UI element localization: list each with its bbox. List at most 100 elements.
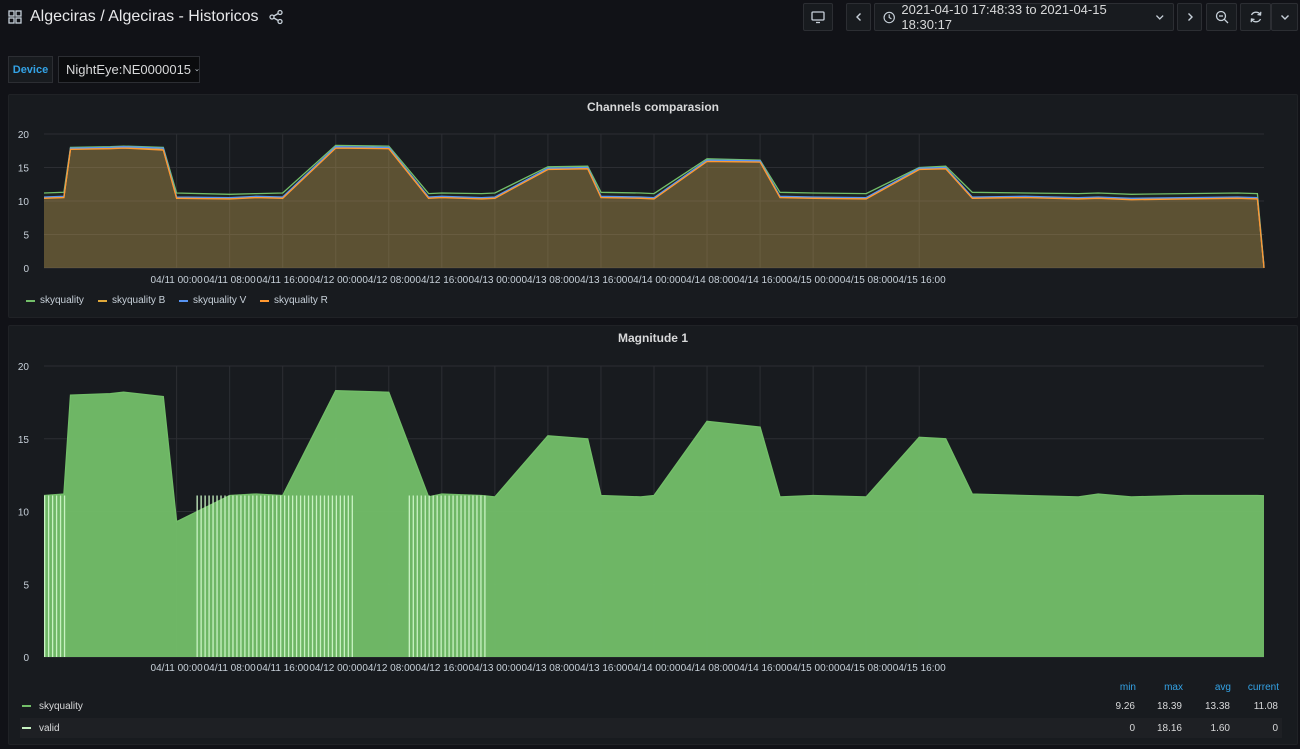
legend-header-avg[interactable]: avg <box>1181 682 1231 693</box>
valid-bar <box>295 495 298 657</box>
valid-bar <box>476 495 478 657</box>
legend-label: skyquality R <box>274 295 328 306</box>
legend-row-valid[interactable]: valid <box>22 718 60 738</box>
y-tick-label: 5 <box>23 580 29 591</box>
x-tick-label: 04/11 08:00 <box>204 663 257 674</box>
valid-bar <box>240 495 242 657</box>
tv-mode-button[interactable] <box>803 3 833 31</box>
y-tick-label: 5 <box>23 231 29 242</box>
valid-bar <box>288 495 290 657</box>
grid-icon[interactable] <box>8 10 22 24</box>
x-tick-label: 04/14 00:00 <box>628 663 681 674</box>
legend-item-skyquality-b[interactable]: skyquality B <box>98 295 165 306</box>
zoom-out-button[interactable] <box>1206 3 1237 31</box>
legend-swatch <box>26 299 35 302</box>
stat-current: 11.08 <box>1253 701 1278 712</box>
valid-bar <box>468 495 470 657</box>
stat-avg: 13.38 <box>1204 701 1230 712</box>
dashboard-title[interactable]: Algeciras / Algeciras - Historicos <box>30 8 259 26</box>
valid-bar <box>420 495 422 657</box>
x-tick-label: 04/12 00:00 <box>309 663 362 674</box>
valid-bar <box>256 495 258 657</box>
legend-item-skyquality-v[interactable]: skyquality V <box>179 295 246 306</box>
x-tick-label: 04/11 16:00 <box>257 663 310 674</box>
legend-header-current[interactable]: current <box>1229 682 1279 693</box>
valid-bar <box>204 495 206 657</box>
y-tick-label: 10 <box>18 508 30 519</box>
valid-bar <box>347 495 349 657</box>
x-tick-label: 04/12 08:00 <box>362 275 415 286</box>
x-tick-label: 04/13 00:00 <box>468 663 521 674</box>
legend-label: skyquality <box>39 700 83 712</box>
tv-icon <box>811 11 825 24</box>
chevron-left-icon <box>855 13 861 21</box>
legend-swatch <box>22 727 31 729</box>
valid-bar <box>252 495 254 657</box>
x-tick-label: 04/15 00:00 <box>787 275 840 286</box>
share-icon[interactable] <box>268 9 284 25</box>
chevron-down-icon <box>1280 15 1289 20</box>
x-tick-label: 04/11 00:00 <box>151 663 204 674</box>
legend-item-skyquality-r[interactable]: skyquality R <box>260 295 328 306</box>
valid-bar <box>59 495 62 657</box>
zoom-out-icon <box>1215 10 1228 24</box>
refresh-icon <box>1250 11 1261 23</box>
x-tick-label: 04/12 16:00 <box>415 275 468 286</box>
valid-bar <box>452 495 454 657</box>
legend-label: valid <box>39 722 60 734</box>
valid-bar <box>432 495 434 657</box>
legend-header-max[interactable]: max <box>1133 682 1183 693</box>
valid-bar <box>416 495 418 657</box>
x-tick-label: 04/14 08:00 <box>681 663 734 674</box>
valid-bar <box>331 495 334 657</box>
x-tick-label: 04/11 08:00 <box>204 275 257 286</box>
y-tick-label: 0 <box>23 653 29 664</box>
stat-min: 0 <box>1129 723 1135 734</box>
x-tick-label: 04/15 00:00 <box>787 663 840 674</box>
legend-swatch <box>98 299 107 302</box>
x-tick-label: 04/15 08:00 <box>840 663 893 674</box>
valid-bar <box>424 495 426 657</box>
clock-icon <box>883 11 895 23</box>
valid-bar <box>315 495 318 657</box>
valid-bar <box>319 495 322 657</box>
channels-chart[interactable]: 0 5 10 15 20 04/11 00:00 04/11 08:00 04/11 16:0… <box>9 95 1299 319</box>
valid-bar <box>444 495 446 657</box>
valid-bar <box>307 495 310 657</box>
y-tick-label: 20 <box>18 362 30 373</box>
x-tick-label: 04/13 08:00 <box>521 275 574 286</box>
valid-bar <box>480 495 482 657</box>
device-variable-label: Device <box>8 56 53 83</box>
time-range-picker[interactable]: 2021-04-10 17:48:33 to 2021-04-15 18:30:… <box>874 2 1174 32</box>
x-tick-label: 04/14 00:00 <box>628 275 681 286</box>
valid-bar <box>268 495 270 657</box>
legend-label: skyquality V <box>193 295 247 306</box>
channels-comparison-panel[interactable]: Channels comparasion 0 5 10 15 20 04/11 00:00… <box>8 94 1298 318</box>
legend-header-min[interactable]: min <box>1086 682 1136 693</box>
x-tick-label: 04/11 16:00 <box>257 275 310 286</box>
valid-bar <box>196 495 198 657</box>
valid-bar <box>436 495 438 657</box>
device-select[interactable]: NightEye:NE0000015 <box>58 56 200 83</box>
valid-bar <box>456 495 458 657</box>
valid-bar <box>460 495 462 657</box>
legend-swatch <box>260 299 269 302</box>
stat-min: 9.26 <box>1115 701 1135 712</box>
valid-bar <box>264 495 266 657</box>
valid-bar <box>208 495 210 657</box>
refresh-interval-dropdown[interactable] <box>1271 3 1298 31</box>
y-tick-label: 15 <box>18 164 30 175</box>
valid-bar <box>303 495 306 657</box>
valid-bar <box>448 495 450 657</box>
refresh-button[interactable] <box>1240 3 1271 31</box>
x-tick-label: 04/13 16:00 <box>575 663 628 674</box>
x-tick-label: 04/13 16:00 <box>575 275 628 286</box>
x-tick-label: 04/12 08:00 <box>362 663 415 674</box>
valid-bar <box>228 495 230 657</box>
legend-row-skyquality[interactable]: skyquality <box>22 696 83 716</box>
legend-item-skyquality[interactable]: skyquality <box>26 295 84 306</box>
valid-bar <box>323 495 326 657</box>
valid-bar <box>276 495 278 657</box>
time-forward-button[interactable] <box>1177 3 1202 31</box>
time-back-button[interactable] <box>846 3 871 31</box>
